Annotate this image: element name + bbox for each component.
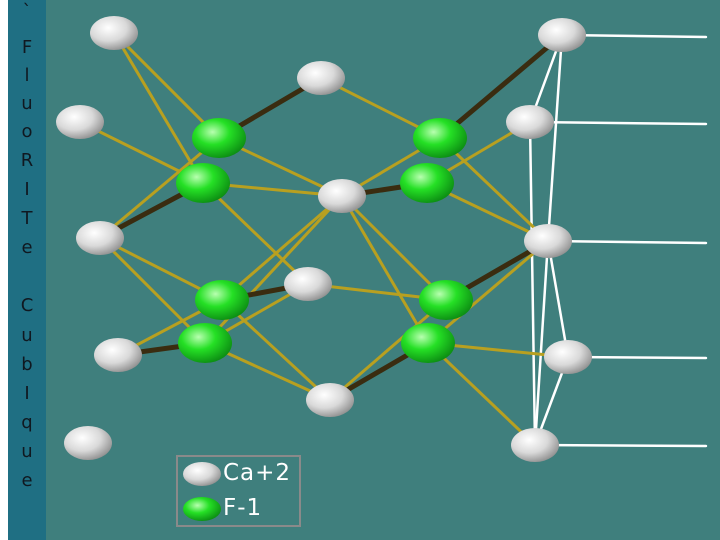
calcium-ion [56,105,104,139]
calcium-ion [544,340,592,374]
calcium-ion [538,18,586,52]
title-char: q [21,412,33,433]
title-char: u [21,325,33,346]
title-char: e [21,237,33,258]
unit-cell-edge [528,120,537,447]
title-char: F [21,37,33,58]
title-char: C [20,295,34,316]
fluoride-ion [401,323,455,363]
legend-ca-label: Ca+2 [223,460,292,486]
calcium-ion [306,383,354,417]
calcium-ion [524,224,572,258]
fluoride-ion [400,163,454,203]
fluoride-ion [413,118,467,158]
fluoride-ion [419,280,473,320]
calcium-ion [94,338,142,372]
ca-f-bond [203,194,344,345]
unit-cell-edge [533,443,708,448]
fluoride-ion [192,118,246,158]
calcium-ion [506,105,554,139]
calcium-ion [64,426,112,460]
title-char: u [21,93,33,114]
fluorite-crystal-lattice [56,16,708,462]
title-char: l [24,65,30,86]
title-char: e [21,470,33,491]
calcium-ion [318,179,366,213]
title-char: R [20,150,34,171]
legend-f-label: F-1 [223,495,263,521]
title-char: I [24,383,30,404]
title-char: b [21,354,33,375]
calcium-ion [284,267,332,301]
fluoride-ion [195,280,249,320]
title-char: I [24,179,30,200]
title-char: T [21,208,33,229]
vertical-title-strip: ` F l u o R I T e C u b I q u e [8,0,46,540]
legend-ca-swatch [183,462,221,486]
calcium-ion [90,16,138,50]
calcium-ion [76,221,124,255]
unit-cell-edge [546,239,570,359]
legend: Ca+2 F-1 [176,455,301,527]
title-char: ` [22,1,32,22]
legend-f-swatch [183,497,221,521]
fluoride-ion [178,323,232,363]
calcium-ion [511,428,559,462]
calcium-ion [297,61,345,95]
title-char: o [21,121,33,142]
left-border-bar [0,0,8,540]
fluoride-ion [176,163,230,203]
atoms [56,16,592,462]
title-char: u [21,441,33,462]
